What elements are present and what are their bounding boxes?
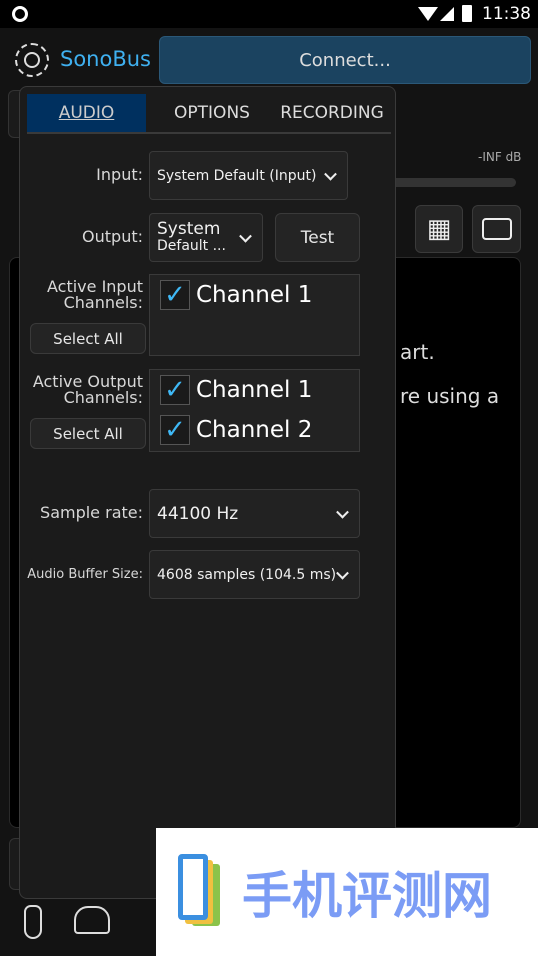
- tab-options[interactable]: OPTIONS: [162, 94, 262, 132]
- tab-recording[interactable]: RECORDING: [273, 94, 391, 132]
- watermark-logo-icon: [176, 852, 226, 932]
- channel-label: Channel 1: [196, 282, 313, 308]
- connect-label: Connect...: [299, 49, 391, 71]
- select-all-label: Select All: [53, 424, 123, 443]
- test-button[interactable]: Test: [275, 213, 360, 262]
- microphone-icon[interactable]: [24, 905, 42, 939]
- output-device-dropdown[interactable]: System Default ...: [149, 213, 263, 262]
- connect-button[interactable]: Connect...: [159, 36, 531, 84]
- output-channel-list: ✓ Channel 1 ✓ Channel 2: [149, 369, 360, 452]
- group-users-icon[interactable]: [74, 906, 110, 934]
- watermark: 手机评测网: [156, 828, 538, 956]
- watermark-text: 手机评测网: [242, 867, 492, 925]
- settings-gear-icon[interactable]: [15, 43, 49, 77]
- output-channel-2[interactable]: ✓ Channel 2: [160, 415, 312, 445]
- input-label: Input:: [96, 165, 143, 184]
- chat-button[interactable]: [472, 205, 521, 253]
- active-input-label: Active Input Channels:: [46, 277, 143, 312]
- hint-text-2: re using a: [400, 384, 500, 408]
- clock: 11:38: [482, 4, 531, 24]
- tab-bar: AUDIO OPTIONS RECORDING: [27, 94, 391, 134]
- settings-popup: AUDIO OPTIONS RECORDING Input: System De…: [19, 86, 396, 899]
- battery-icon: [462, 5, 472, 22]
- buffer-size-value: 4608 samples (104.5 ms): [157, 566, 337, 583]
- signal-icon: [440, 7, 454, 21]
- output-device-value-2: Default ...: [157, 237, 226, 254]
- input-channel-1[interactable]: ✓ Channel 1: [160, 280, 312, 310]
- sample-rate-dropdown[interactable]: 44100 Hz: [149, 489, 360, 538]
- select-all-output-button[interactable]: Select All: [30, 418, 146, 449]
- hint-text-1: art.: [400, 340, 435, 364]
- buffer-size-dropdown[interactable]: 4608 samples (104.5 ms): [149, 550, 360, 599]
- notification-icon: [12, 6, 28, 22]
- select-all-label: Select All: [53, 329, 123, 348]
- sample-rate-value: 44100 Hz: [157, 503, 239, 524]
- chevron-down-icon: [324, 167, 337, 181]
- output-channel-1[interactable]: ✓ Channel 1: [160, 375, 312, 405]
- input-device-dropdown[interactable]: System Default (Input): [149, 151, 348, 200]
- chevron-down-icon: [239, 229, 252, 243]
- buffer-size-label: Audio Buffer Size:: [27, 567, 143, 582]
- output-device-value-1: System: [157, 218, 221, 239]
- wifi-icon: [418, 7, 438, 21]
- mixer-grid-button[interactable]: ▦: [415, 205, 463, 253]
- grid-icon: ▦: [426, 214, 452, 244]
- status-bar: 11:38: [0, 0, 538, 28]
- checkbox-checked-icon[interactable]: ✓: [160, 280, 190, 310]
- chevron-down-icon: [336, 566, 349, 580]
- chat-icon: [481, 218, 512, 240]
- level-label: -INF dB: [478, 150, 522, 164]
- tab-audio[interactable]: AUDIO: [27, 94, 146, 132]
- active-output-label: Active Output Channels:: [32, 372, 143, 407]
- input-device-value: System Default (Input): [157, 167, 317, 184]
- select-all-input-button[interactable]: Select All: [30, 323, 146, 354]
- channel-label: Channel 1: [196, 377, 313, 403]
- app-title: SonoBus: [60, 47, 151, 71]
- input-channel-list: ✓ Channel 1: [149, 274, 360, 356]
- channel-label: Channel 2: [196, 417, 313, 443]
- checkbox-checked-icon[interactable]: ✓: [160, 375, 190, 405]
- sample-rate-label: Sample rate:: [40, 503, 143, 522]
- level-meter: [380, 178, 516, 187]
- output-label: Output:: [82, 227, 143, 246]
- chevron-down-icon: [336, 505, 349, 519]
- checkbox-checked-icon[interactable]: ✓: [160, 415, 190, 445]
- test-label: Test: [300, 227, 335, 248]
